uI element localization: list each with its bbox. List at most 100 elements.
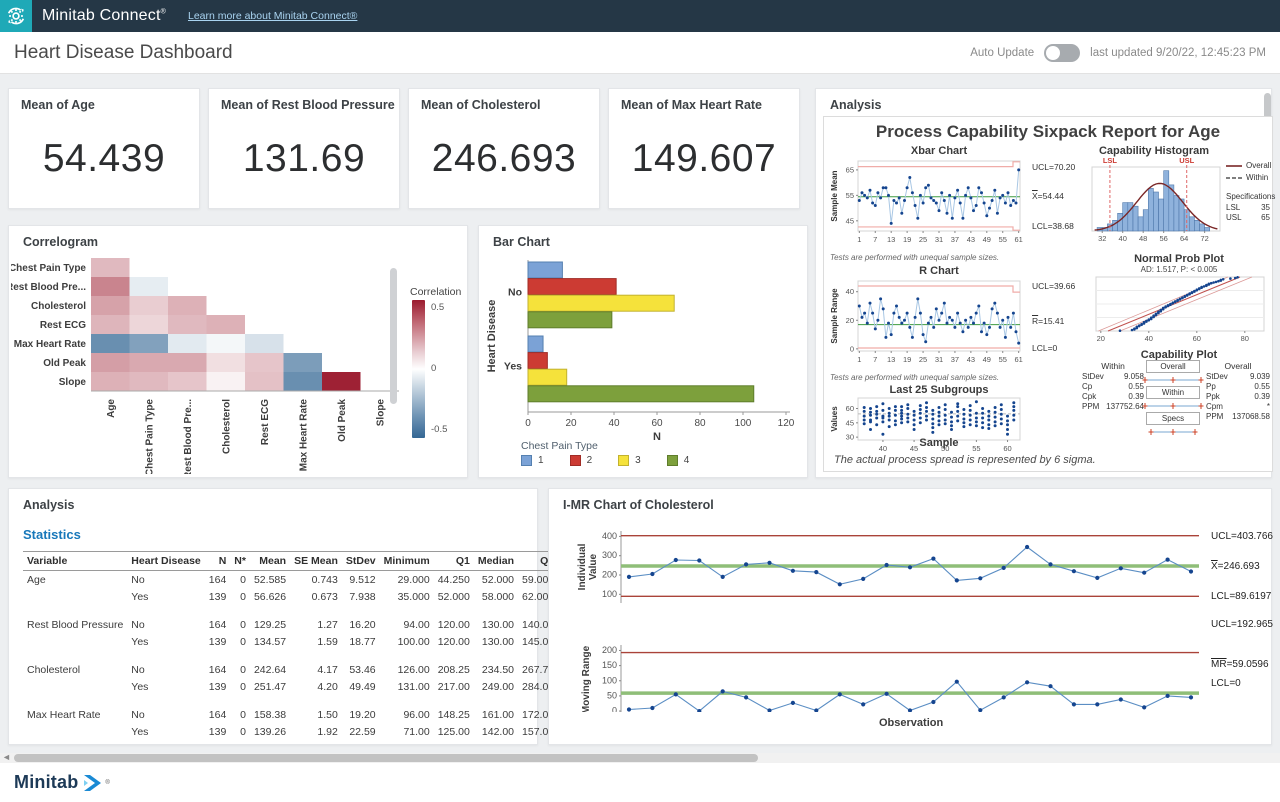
svg-text:120: 120 [778,418,795,429]
statistics-analysis-panel: Analysis Statistics VariableHeart Diseas… [8,488,538,745]
panel-title: Analysis [23,498,74,512]
top-navbar: Minitab Connect® Learn more about Minita… [0,0,1280,32]
svg-text:56: 56 [1160,234,1168,243]
stats-column-header: SE Mean [290,552,342,571]
stats-column-header: N [205,552,231,571]
xbar-chart: 45556517131925313743495561Sample Mean [828,157,1028,251]
stats-column-header: Median [474,552,518,571]
r-note: Tests are performed with unequal sample … [830,373,999,382]
svg-text:25: 25 [919,235,927,244]
kpi-card-mean-rbp: Mean of Rest Blood Pressure 131.69 [208,88,400,209]
svg-text:300: 300 [602,550,617,560]
svg-text:Sample Mean: Sample Mean [830,170,839,221]
correlogram-panel: Correlogram Chest Pain TypeRest Blood Pr… [8,225,468,478]
scrollbar-thumb[interactable] [14,754,758,762]
svg-text:19: 19 [903,355,911,364]
correlation-colorbar [412,300,425,438]
heart-disease-bar-chart[interactable]: 020406080100120NNoYesHeart Disease [481,252,807,442]
legend-item[interactable]: 4 [667,455,690,466]
correlogram-heatmap[interactable]: Chest Pain TypeRest Blood Pre...Choleste… [11,254,403,474]
panel-title: Bar Chart [493,235,550,249]
imr-mr-center-label: MR=59.0596 [1211,659,1269,670]
toggle-knob [1046,46,1060,60]
colorbar-tick: 0.5 [431,302,444,313]
svg-text:20: 20 [565,418,577,429]
svg-text:13: 13 [887,235,895,244]
svg-text:60: 60 [1193,334,1201,343]
svg-text:Rest Blood Pre...: Rest Blood Pre... [11,282,86,293]
sixpack-report: Process Capability Sixpack Report for Ag… [823,116,1273,472]
xbar-center-label: X=54.44 [1032,191,1064,201]
svg-text:20: 20 [846,316,854,325]
svg-text:48: 48 [1139,234,1147,243]
stats-row: Yes1390134.571.5918.77100.00120.00130.00… [23,633,615,650]
page-title: Heart Disease Dashboard [14,42,233,64]
stats-column-header: Mean [250,552,290,571]
auto-update-toggle[interactable] [1044,44,1080,62]
capability-histogram: LSLUSL324048566472 [1086,155,1226,245]
minitab-connect-logo[interactable] [0,0,32,32]
svg-text:49: 49 [983,355,991,364]
bar-legend: 1 2 3 4 [521,455,689,466]
correlation-legend-title: Correlation [410,286,461,298]
stats-column-header: StDev [342,552,380,571]
svg-text:40: 40 [846,287,854,296]
svg-text:Moving Range: Moving Range [581,645,592,712]
stats-row: Yes1390251.474.2049.49131.00217.00249.00… [23,678,615,695]
learn-more-link[interactable]: Learn more about Minitab Connect® [188,10,357,22]
stats-row: Yes1390139.261.9222.5971.00125.00142.001… [23,723,615,740]
panel-title: Correlogram [23,235,98,249]
kpi-value: 149.607 [609,137,799,181]
stats-column-header: Q1 [434,552,474,571]
svg-text:Yes: Yes [504,361,522,373]
svg-text:Slope: Slope [375,399,386,427]
minitab-arrow-icon [83,774,105,792]
svg-text:Rest ECG: Rest ECG [260,399,271,445]
brand-title: Minitab Connect® [42,7,166,25]
kpi-card-mean-mhr: Mean of Max Heart Rate 149.607 [608,88,800,209]
svg-text:Cholesterol: Cholesterol [31,301,86,312]
svg-text:Heart Disease: Heart Disease [486,300,498,373]
stats-row: CholesterolNo1640242.644.1753.46126.0020… [23,661,615,678]
svg-text:31: 31 [935,355,943,364]
svg-text:0: 0 [850,344,854,353]
correlogram-scrollbar[interactable] [390,268,397,404]
statistics-section-link[interactable]: Statistics [23,527,81,542]
bar-chart-panel: Bar Chart 020406080100120NNoYesHeart Dis… [478,225,808,478]
r-ucl-label: UCL=39.66 [1032,281,1075,291]
footer-registered-mark: ® [105,780,109,786]
horizontal-scrollbar[interactable]: ◄ [0,753,1280,763]
colorbar-tick: -0.5 [431,424,447,435]
svg-text:Max Heart Rate: Max Heart Rate [14,339,87,350]
imr-ind-lcl-label: LCL=89.6197 [1211,591,1271,602]
kpi-card-mean-age: Mean of Age 54.439 [8,88,200,209]
last25-title: Last 25 Subgroups [864,384,1014,396]
statistics-table: VariableHeart DiseaseNN*MeanSE MeanStDev… [23,551,615,751]
svg-text:65: 65 [846,165,854,174]
npp-title: Normal Prob Plot [1104,253,1254,265]
legend-item[interactable]: 3 [618,455,641,466]
svg-text:55: 55 [999,355,1007,364]
legend-item[interactable]: 2 [570,455,593,466]
svg-text:60: 60 [846,404,854,413]
imr-chart[interactable]: 1002003004000501001502002792812832852872… [559,517,1207,712]
svg-text:IndividualValue: IndividualValue [577,543,599,590]
normal-prob-plot: 20406080 [1088,275,1270,347]
brand-registered-mark: ® [161,9,166,16]
scroll-left-arrow-icon[interactable]: ◄ [2,752,11,762]
last-updated-text: last updated 9/20/22, 12:45:23 PM [1090,47,1266,59]
svg-text:N: N [653,431,661,442]
svg-text:Old Peak: Old Peak [337,399,348,442]
r-chart: 0204017131925313743495561Sample Range [828,277,1028,371]
svg-text:200: 200 [602,645,617,655]
minitab-footer-logo[interactable]: Minitab ® [14,772,110,793]
svg-text:32: 32 [1098,234,1106,243]
svg-text:43: 43 [967,235,975,244]
bar-legend-title: Chest Pain Type [521,440,598,452]
legend-item[interactable]: 1 [521,455,544,466]
stats-row: AgeNo164052.5850.7439.51229.00044.25052.… [23,571,615,589]
svg-text:72: 72 [1200,234,1208,243]
sync-gear-icon [5,5,27,27]
auto-update-label: Auto Update [970,47,1034,59]
svg-text:60: 60 [651,418,663,429]
